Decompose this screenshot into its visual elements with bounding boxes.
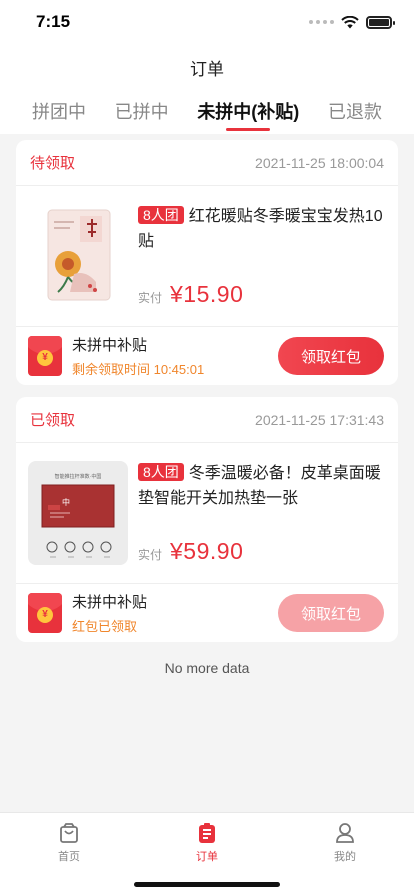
product-row[interactable]: 8人团 红花暖贴冬季暖宝宝发热10贴 实付 ¥15.90 xyxy=(16,186,398,327)
wifi-icon xyxy=(341,15,359,28)
heat-patch-package-image xyxy=(47,209,111,301)
subsidy-row: ¥ 未拼中补贴 剩余领取时间 10:45:01 领取红包 xyxy=(16,327,398,385)
shopping-bag-icon xyxy=(60,823,78,843)
bottom-tab-bar: 首页 订单 我的 xyxy=(0,812,414,896)
product-row[interactable]: 智能推拉杆准数·中国 中 8人团冬季温暖必备！皮革桌面暖垫智能开关加热垫一张 xyxy=(16,443,398,584)
tab-won[interactable]: 已拼中 xyxy=(115,90,169,134)
pay-label: 实付 xyxy=(138,548,163,562)
product-image[interactable] xyxy=(28,204,128,308)
tab-refunded[interactable]: 已退款 xyxy=(328,90,382,134)
subsidy-text: 未拼中补贴 剩余领取时间 10:45:01 xyxy=(72,334,204,378)
tabbar-label: 订单 xyxy=(196,851,218,863)
order-list: 待领取 2021-11-25 18:00:04 8人团 红花暖贴冬季暖宝宝发热1… xyxy=(0,134,414,676)
claim-countdown: 剩余领取时间 10:45:01 xyxy=(72,362,205,377)
subsidy-row: ¥ 未拼中补贴 红包已领取 领取红包 xyxy=(16,584,398,642)
tab-not-won-subsidy[interactable]: 未拼中(补贴) xyxy=(197,90,299,134)
pay-label: 实付 xyxy=(138,291,163,305)
order-time: 2021-11-25 18:00:04 xyxy=(255,154,384,171)
group-size-badge: 8人团 xyxy=(138,463,184,481)
status-bar: 7:15 xyxy=(0,0,414,44)
no-more-data: No more data xyxy=(164,660,250,676)
order-status: 待领取 xyxy=(30,155,76,172)
status-time: 7:15 xyxy=(36,12,71,31)
order-card-header: 待领取 2021-11-25 18:00:04 xyxy=(16,140,398,186)
battery-icon xyxy=(366,15,395,29)
home-indicator xyxy=(134,882,280,887)
subsidy-info: ¥ 未拼中补贴 剩余领取时间 10:45:01 xyxy=(28,334,204,378)
user-icon xyxy=(336,823,354,843)
subsidy-title: 未拼中补贴 xyxy=(72,594,148,611)
product-title[interactable]: 8人团 冬季温暖必备！皮革桌面暖垫智能开关加热垫一张 xyxy=(138,461,384,511)
status-icons xyxy=(309,15,395,29)
subsidy-title: 未拼中补贴 xyxy=(72,337,148,354)
price-value: ¥59.90 xyxy=(170,538,244,564)
group-size-badge: 8人团 xyxy=(138,206,184,224)
claim-red-envelope-button[interactable]: 领取红包 xyxy=(278,594,384,632)
red-envelope-icon: ¥ xyxy=(28,593,62,633)
price-row: 实付 ¥59.90 xyxy=(138,538,384,565)
thumb-caption: 智能推拉杆准数·中国 xyxy=(54,474,102,480)
active-tab-indicator xyxy=(226,128,271,131)
product-info: 8人团 冬季温暖必备！皮革桌面暖垫智能开关加热垫一张 实付 ¥59.90 xyxy=(138,461,384,565)
price-value: ¥15.90 xyxy=(170,281,244,307)
signal-icon xyxy=(309,20,334,24)
claim-red-envelope-button[interactable]: 领取红包 xyxy=(278,337,384,375)
order-card-header: 已领取 2021-11-25 17:31:43 xyxy=(16,397,398,443)
tab-grouping[interactable]: 拼团中 xyxy=(32,90,86,134)
tabbar-mine[interactable]: 我的 xyxy=(276,813,414,896)
page-title: 订单 xyxy=(190,59,224,79)
claimed-status: 红包已领取 xyxy=(72,619,138,634)
order-tabs: 拼团中 已拼中 未拼中(补贴) 已退款 xyxy=(0,90,414,134)
tabbar-label: 我的 xyxy=(334,851,356,863)
order-card: 已领取 2021-11-25 17:31:43 智能推拉杆准数·中国 中 8人团… xyxy=(16,397,398,642)
red-envelope-icon: ¥ xyxy=(28,336,62,376)
thumb-logo: 中 xyxy=(62,498,70,507)
subsidy-text: 未拼中补贴 红包已领取 xyxy=(72,591,147,635)
order-status: 已领取 xyxy=(30,412,76,429)
subsidy-info: ¥ 未拼中补贴 红包已领取 xyxy=(28,591,147,635)
product-image[interactable]: 智能推拉杆准数·中国 中 xyxy=(28,461,128,565)
tabbar-label: 首页 xyxy=(58,851,80,863)
order-time: 2021-11-25 17:31:43 xyxy=(255,411,384,428)
product-info: 8人团 红花暖贴冬季暖宝宝发热10贴 实付 ¥15.90 xyxy=(138,204,384,308)
product-title[interactable]: 8人团 红花暖贴冬季暖宝宝发热10贴 xyxy=(138,204,384,254)
top-area: 7:15 订单 拼团中 已拼中 未拼中(补贴) 已退款 xyxy=(0,0,414,134)
price-row: 实付 ¥15.90 xyxy=(138,281,384,308)
tabbar-home[interactable]: 首页 xyxy=(0,813,138,896)
order-card: 待领取 2021-11-25 18:00:04 8人团 红花暖贴冬季暖宝宝发热1… xyxy=(16,140,398,385)
order-list-icon xyxy=(199,823,215,843)
